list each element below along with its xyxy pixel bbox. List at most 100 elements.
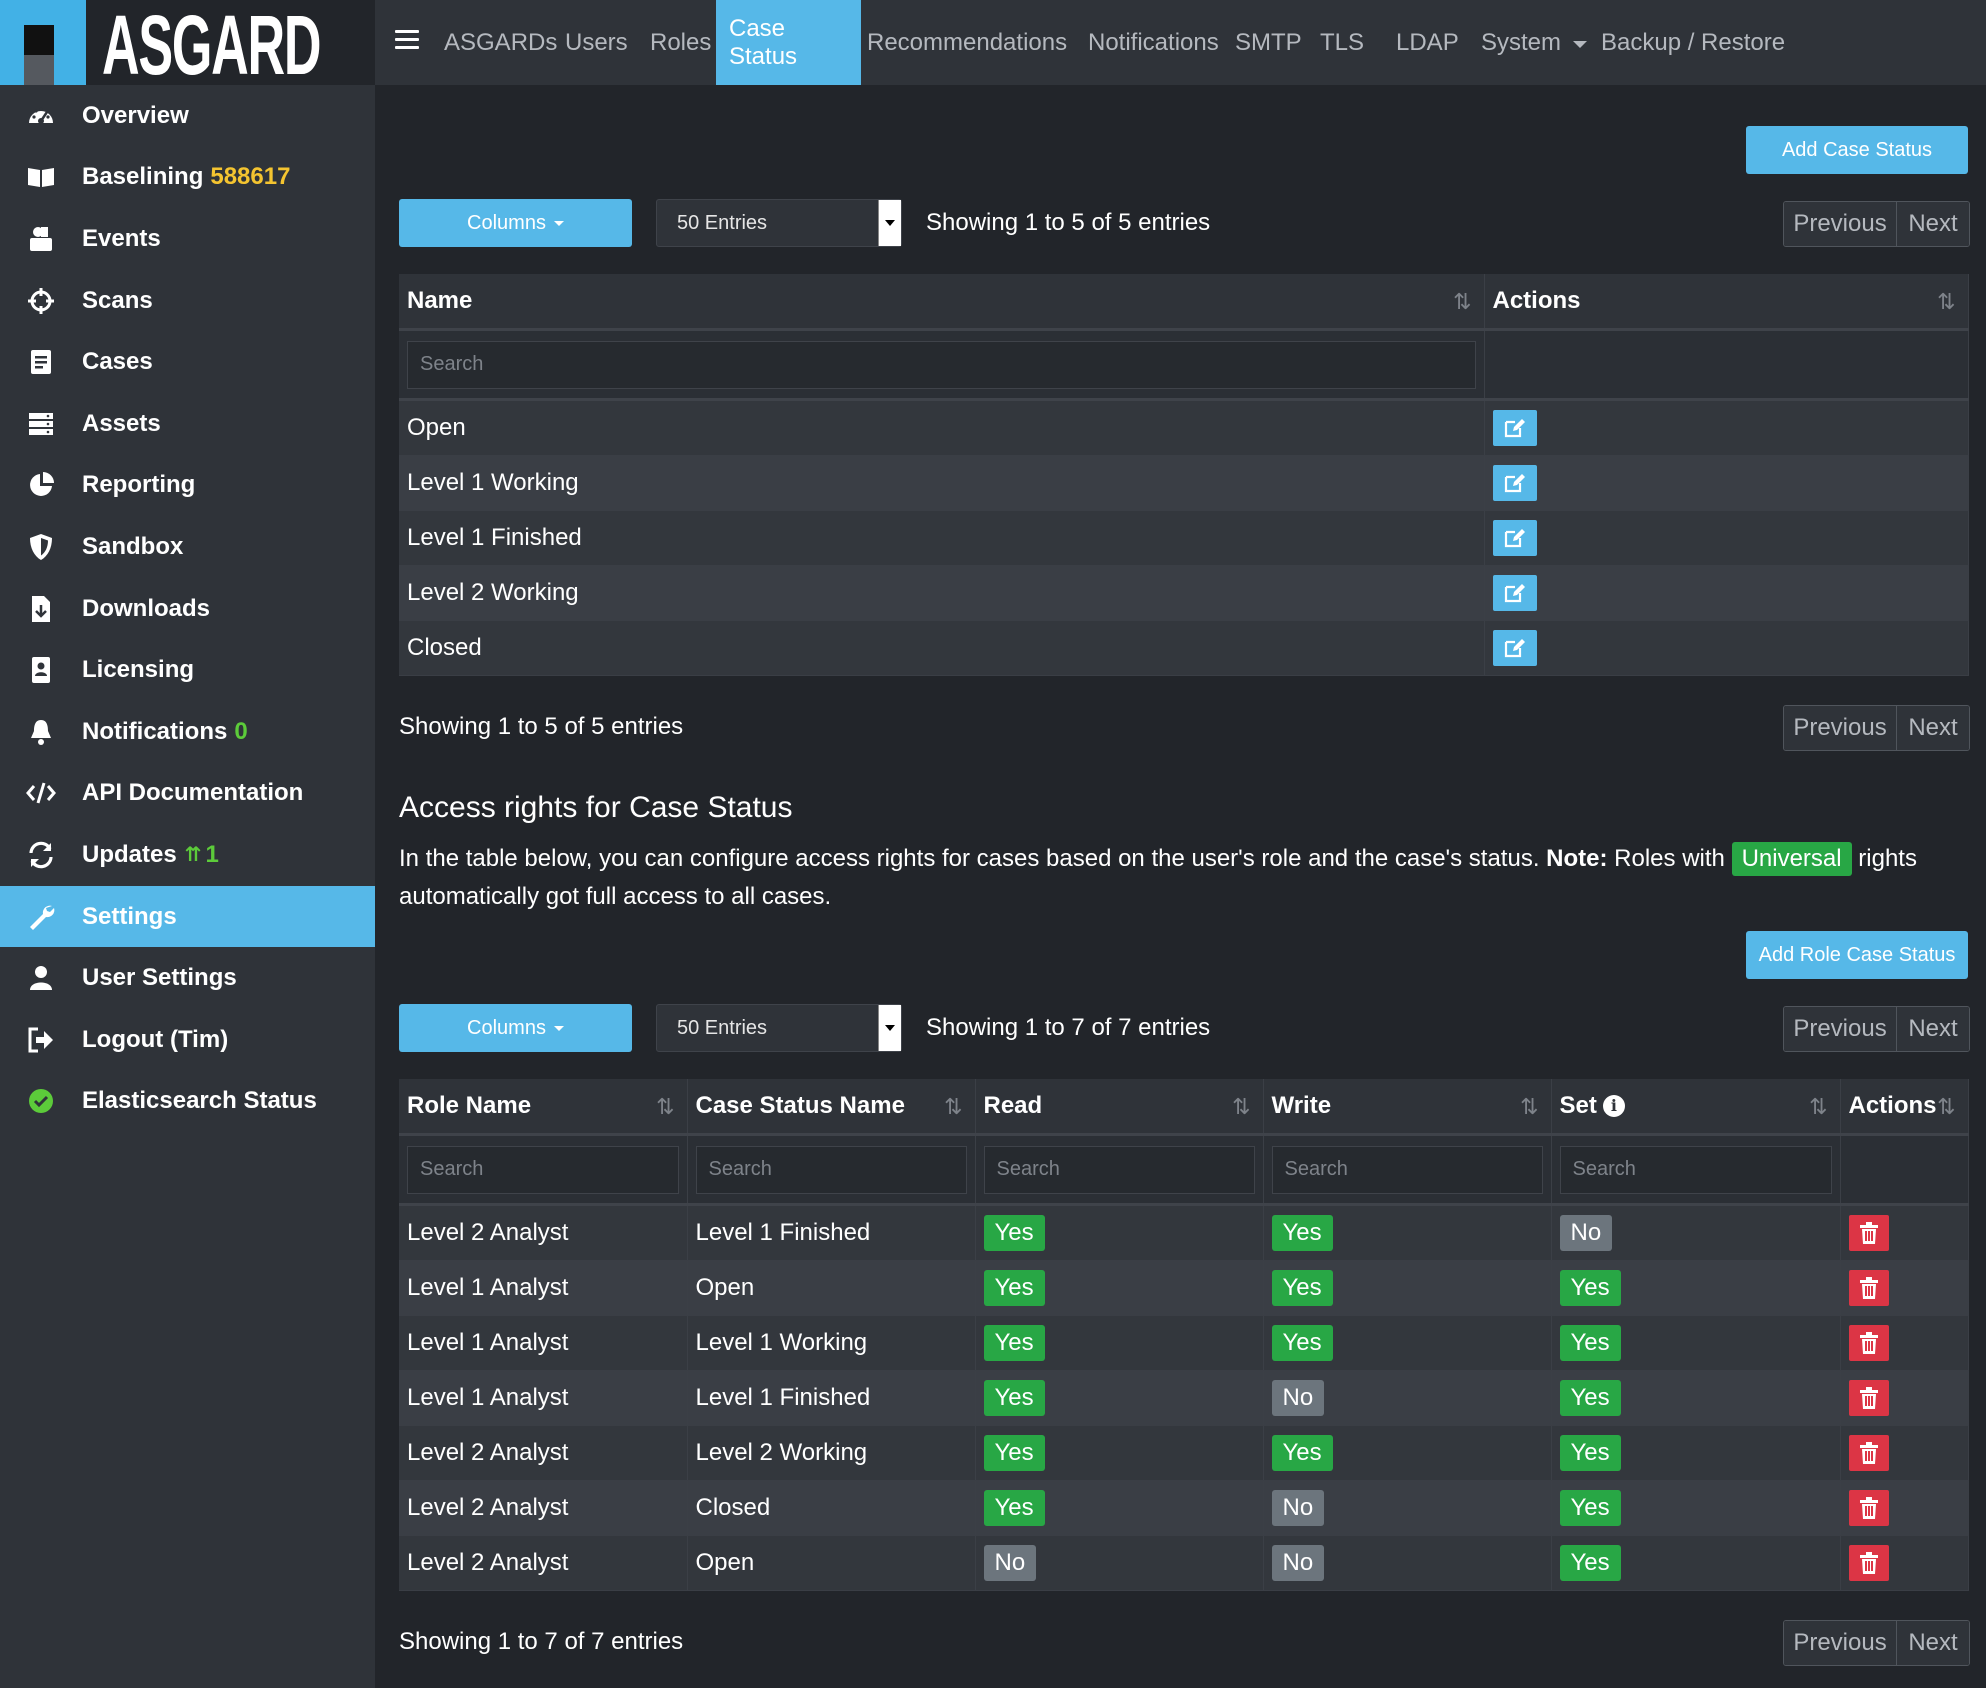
sidebar-item-settings[interactable]: Settings (0, 885, 375, 948)
topnav-asgards[interactable]: ASGARDs (431, 0, 570, 85)
read-search-input[interactable] (983, 1145, 1255, 1194)
delete-button[interactable] (1848, 1270, 1889, 1306)
sidebar-item-cases[interactable]: Cases (0, 331, 375, 393)
previous-button[interactable]: Previous (1784, 706, 1897, 750)
write-badge[interactable]: No (1271, 1490, 1325, 1526)
role-name: Level 2 Analyst (399, 1425, 688, 1481)
sidebar-item-events[interactable]: Events (0, 208, 375, 270)
sidebar-item-scans[interactable]: Scans (0, 270, 375, 332)
column-header-set[interactable]: Set i ⇅ (1551, 1079, 1841, 1136)
previous-button[interactable]: Previous (1784, 202, 1897, 246)
topnav-roles[interactable]: Roles (637, 0, 724, 85)
read-badge[interactable]: Yes (983, 1215, 1045, 1251)
topnav-recommendations[interactable]: Recommendations (854, 0, 1080, 85)
sidebar-item-assets[interactable]: Assets (0, 393, 375, 455)
sidebar-item-updates[interactable]: Updates ⇈ 1 (0, 824, 375, 886)
column-header-read[interactable]: Read ⇅ (975, 1079, 1264, 1136)
sidebar-item-api-documentation[interactable]: API Documentation (0, 763, 375, 825)
add-case-status-button[interactable]: Add Case Status (1746, 126, 1968, 174)
previous-button[interactable]: Previous (1784, 1007, 1897, 1051)
write-badge[interactable]: No (1271, 1545, 1325, 1581)
sidebar-item-label: User Settings (82, 964, 237, 992)
sidebar-item-label: Assets (82, 409, 161, 437)
column-header-case-status-name[interactable]: Case Status Name ⇅ (687, 1079, 976, 1136)
sidebar-item-elasticsearch-status[interactable]: Elasticsearch Status (0, 1071, 375, 1133)
column-header-actions[interactable]: Actions ⇅ (1840, 1079, 1969, 1136)
edit-button[interactable] (1492, 465, 1537, 501)
menu-toggle-icon[interactable] (395, 30, 419, 54)
brand[interactable]: ASGARD (0, 0, 375, 92)
sidebar-item-sandbox[interactable]: Sandbox (0, 516, 375, 578)
set-badge[interactable]: Yes (1559, 1380, 1621, 1416)
set-search-input[interactable] (1559, 1145, 1832, 1194)
add-role-case-status-button[interactable]: Add Role Case Status (1746, 931, 1968, 979)
entries-select[interactable]: 50 Entries (656, 199, 902, 247)
edit-button[interactable] (1492, 520, 1537, 556)
topnav-system[interactable]: System (1468, 0, 1600, 85)
sidebar-item-logout-tim[interactable]: Logout (Tim) (0, 1009, 375, 1071)
write-badge[interactable]: Yes (1271, 1325, 1333, 1361)
read-badge[interactable]: Yes (983, 1435, 1045, 1471)
read-badge[interactable]: Yes (983, 1380, 1045, 1416)
topnav-case-status[interactable]: Case Status (716, 0, 861, 85)
topnav-ldap[interactable]: LDAP (1383, 0, 1472, 85)
set-badge[interactable]: Yes (1559, 1270, 1621, 1306)
read-badge[interactable]: Yes (983, 1490, 1045, 1526)
topnav-notifications[interactable]: Notifications (1075, 0, 1232, 85)
delete-button[interactable] (1848, 1490, 1889, 1526)
read-badge[interactable]: Yes (983, 1325, 1045, 1361)
column-header-actions[interactable]: Actions ⇅ (1484, 274, 1969, 331)
next-button[interactable]: Next (1897, 1007, 1969, 1051)
table-row: Level 1 Analyst Level 1 Finished Yes No Yes (399, 1370, 1969, 1426)
set-badge[interactable]: No (1559, 1215, 1613, 1251)
sidebar-item-licensing[interactable]: Licensing (0, 639, 375, 701)
column-header-role-name[interactable]: Role Name ⇅ (399, 1079, 688, 1136)
edit-button[interactable] (1492, 410, 1537, 446)
entries-select[interactable]: 50 Entries (656, 1004, 902, 1052)
column-header-name[interactable]: Name ⇅ (399, 274, 1485, 331)
write-badge[interactable]: Yes (1271, 1435, 1333, 1471)
info-icon[interactable]: i (1602, 1095, 1625, 1117)
sidebar-item-baselining[interactable]: Baselining 588617 (0, 147, 375, 209)
read-badge[interactable]: Yes (983, 1270, 1045, 1306)
topnav-smtp[interactable]: SMTP (1222, 0, 1315, 85)
select-arrow-icon (878, 200, 901, 246)
set-badge[interactable]: Yes (1559, 1435, 1621, 1471)
topnav-users[interactable]: Users (552, 0, 641, 85)
write-badge[interactable]: Yes (1271, 1270, 1333, 1306)
topnav-tls[interactable]: TLS (1307, 0, 1377, 85)
delete-button[interactable] (1848, 1380, 1889, 1416)
delete-button[interactable] (1848, 1325, 1889, 1361)
sidebar-item-overview[interactable]: Overview (0, 85, 375, 147)
next-button[interactable]: Next (1897, 1621, 1969, 1665)
name-search-input[interactable] (407, 340, 1476, 389)
delete-button[interactable] (1848, 1435, 1889, 1471)
set-badge[interactable]: Yes (1559, 1325, 1621, 1361)
previous-button[interactable]: Previous (1784, 1621, 1897, 1665)
edit-button[interactable] (1492, 630, 1537, 666)
read-badge[interactable]: No (983, 1545, 1037, 1581)
sidebar-item-reporting[interactable]: Reporting (0, 455, 375, 517)
write-search-input[interactable] (1271, 1145, 1543, 1194)
sidebar-item-downloads[interactable]: Downloads (0, 578, 375, 640)
write-badge[interactable]: Yes (1271, 1215, 1333, 1251)
topnav-label: Roles (650, 28, 712, 56)
columns-button[interactable]: Columns (399, 199, 632, 247)
case-status-name-search-input[interactable] (695, 1145, 967, 1194)
role-name-search-input[interactable] (407, 1145, 679, 1194)
sidebar-item-notifications[interactable]: Notifications 0 (0, 701, 375, 763)
next-button[interactable]: Next (1897, 706, 1969, 750)
next-button[interactable]: Next (1897, 202, 1969, 246)
set-badge[interactable]: Yes (1559, 1490, 1621, 1526)
column-header-write[interactable]: Write ⇅ (1263, 1079, 1552, 1136)
set-badge[interactable]: Yes (1559, 1545, 1621, 1581)
delete-button[interactable] (1848, 1215, 1889, 1251)
topnav-backup-restore[interactable]: Backup / Restore (1588, 0, 1798, 85)
columns-button[interactable]: Columns (399, 1004, 632, 1052)
column-header-label: Name (407, 287, 473, 314)
delete-button[interactable] (1848, 1545, 1889, 1581)
sidebar-item-user-settings[interactable]: User Settings (0, 947, 375, 1009)
edit-button[interactable] (1492, 575, 1537, 611)
actions-cell (1840, 1370, 1969, 1426)
write-badge[interactable]: No (1271, 1380, 1325, 1416)
